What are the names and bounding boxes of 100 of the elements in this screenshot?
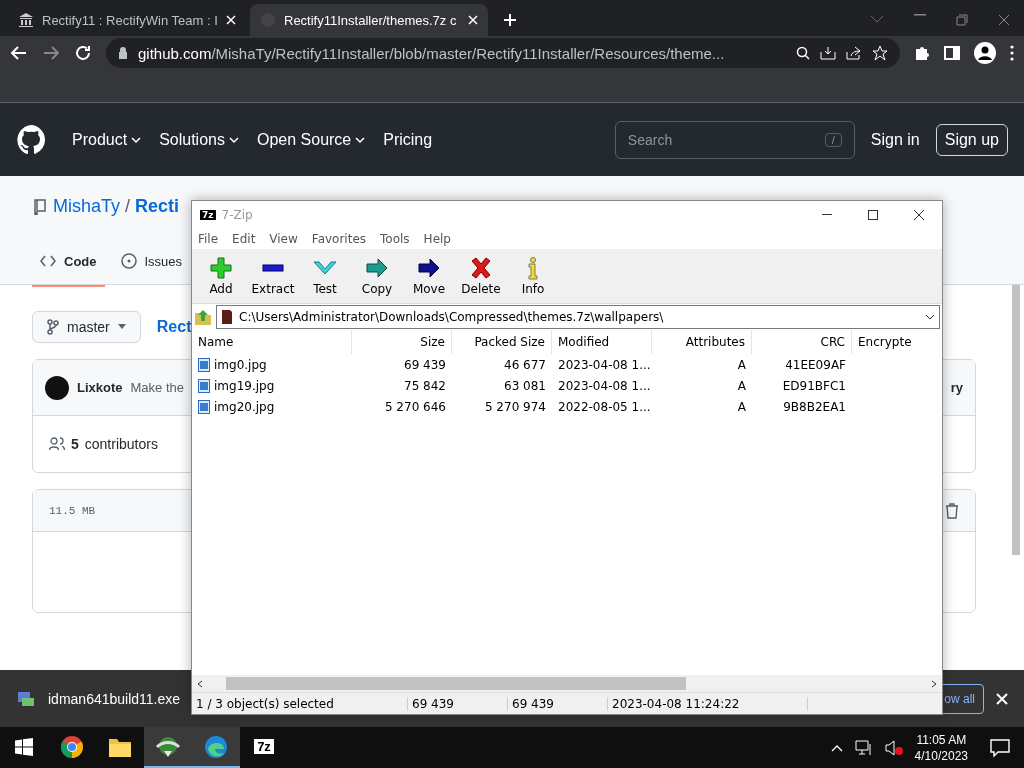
branch-button[interactable]: master bbox=[32, 311, 141, 343]
toolbar-button[interactable]: Info bbox=[510, 256, 556, 296]
branch-icon bbox=[47, 319, 59, 335]
commit-author[interactable]: Lixkote bbox=[77, 380, 123, 395]
browser-tab[interactable]: Rectify11 : RectifyWin Team : I bbox=[8, 4, 246, 36]
status-text: 69 439 bbox=[508, 696, 608, 711]
sevenzip-icon: 7z bbox=[200, 210, 216, 220]
puzzle-icon[interactable] bbox=[914, 45, 930, 61]
reload-icon[interactable] bbox=[74, 44, 92, 62]
menu-icon[interactable] bbox=[1010, 45, 1014, 61]
path-field[interactable]: C:\Users\Administrator\Downloads\Compressed\themes.7z\wallpapers\ bbox=[216, 305, 940, 329]
menu-item[interactable]: Favorites bbox=[311, 232, 367, 246]
menu-item[interactable]: Tools bbox=[380, 232, 410, 246]
nav-item[interactable]: Open Source bbox=[256, 130, 376, 149]
table-cell: img20.jpg bbox=[192, 399, 352, 414]
nav-item[interactable]: Solutions bbox=[159, 130, 249, 149]
octocat-icon[interactable] bbox=[16, 123, 48, 156]
arrow-right-icon bbox=[416, 256, 442, 280]
lock-icon bbox=[118, 47, 128, 59]
download-icon[interactable] bbox=[820, 46, 836, 60]
trash-icon[interactable] bbox=[945, 502, 959, 519]
building-icon bbox=[18, 12, 34, 28]
notification-icon[interactable] bbox=[990, 738, 1010, 757]
column-header[interactable]: CRC bbox=[752, 330, 852, 354]
table-cell-text: 69 439 bbox=[403, 357, 447, 372]
toolbar-button[interactable]: Copy bbox=[354, 256, 400, 296]
shortcut-key: / bbox=[824, 132, 842, 147]
chevron-down-icon[interactable] bbox=[870, 14, 884, 24]
download-filename[interactable]: idman641build11.exe bbox=[48, 690, 181, 707]
sign-up-button[interactable]: Sign up bbox=[935, 123, 1008, 156]
clock-time[interactable]: 11:05 AM bbox=[916, 732, 967, 747]
windows-start-icon[interactable] bbox=[15, 737, 33, 756]
plus-icon[interactable] bbox=[502, 12, 518, 28]
repo-icon bbox=[32, 198, 48, 215]
repo-tab[interactable]: Issues bbox=[112, 247, 191, 287]
scrollbar-thumb[interactable] bbox=[1012, 285, 1020, 555]
browser-tab[interactable]: Rectify11Installer/themes.7z c bbox=[250, 4, 488, 36]
table-cell-text: A bbox=[736, 378, 747, 393]
search-icon[interactable] bbox=[796, 46, 810, 60]
folder-up-icon[interactable] bbox=[194, 308, 212, 326]
table-cell-text: 75 842 bbox=[403, 378, 447, 393]
menu-item[interactable]: File bbox=[198, 232, 219, 246]
table-cell-text: 46 677 bbox=[503, 357, 547, 372]
repo-owner-link[interactable]: MishaTy bbox=[53, 196, 121, 217]
toolbar-button[interactable]: Test bbox=[302, 256, 348, 296]
menu-item[interactable]: Edit bbox=[232, 232, 256, 246]
toolbar-button[interactable]: Delete bbox=[458, 256, 504, 296]
table-cell-text: 2022-08-05 1... bbox=[557, 399, 652, 414]
chevron-up-icon[interactable] bbox=[830, 743, 843, 752]
column-header[interactable]: Size bbox=[352, 330, 452, 354]
back-icon[interactable] bbox=[10, 44, 28, 62]
table-cell-text: A bbox=[736, 399, 747, 414]
column-header[interactable]: Name bbox=[192, 330, 352, 354]
contributors-label[interactable]: contributors bbox=[84, 436, 158, 452]
column-header[interactable]: Encrypte bbox=[852, 330, 942, 354]
nav-item[interactable]: Product bbox=[72, 130, 152, 149]
nav-item[interactable]: Pricing bbox=[383, 130, 443, 149]
search-field[interactable]: Search / bbox=[614, 120, 855, 159]
volume-muted-icon[interactable] bbox=[884, 739, 903, 756]
address-bar[interactable]: github.com/MishaTy/Rectify11Installer/blob/master/Rectify11Installer/Resources/theme... bbox=[106, 38, 900, 68]
close-icon[interactable] bbox=[914, 210, 924, 220]
history-link[interactable]: ry bbox=[950, 380, 963, 395]
commit-message[interactable]: Make the bbox=[130, 380, 184, 395]
toolbar-button[interactable]: Move bbox=[406, 256, 452, 296]
scrollbar-thumb[interactable] bbox=[226, 677, 686, 690]
maximize-icon[interactable] bbox=[868, 210, 878, 220]
scroll-right-icon[interactable] bbox=[930, 679, 938, 688]
table-cell-text: 2023-04-08 1... bbox=[557, 378, 652, 393]
forward-icon[interactable] bbox=[42, 44, 60, 62]
table-cell-text: 63 081 bbox=[503, 378, 547, 393]
profile-icon[interactable] bbox=[974, 42, 996, 64]
edge-icon[interactable] bbox=[204, 734, 228, 759]
star-icon[interactable] bbox=[872, 45, 888, 61]
globe-icon[interactable] bbox=[155, 734, 181, 759]
sign-in-link[interactable]: Sign in bbox=[870, 130, 920, 149]
sidebar-icon[interactable] bbox=[944, 45, 960, 61]
chevron-down-icon bbox=[131, 134, 142, 145]
image-file-icon bbox=[198, 357, 210, 372]
scroll-left-icon[interactable] bbox=[196, 679, 204, 688]
clock-date[interactable]: 4/10/2023 bbox=[914, 748, 968, 763]
repo-name-link[interactable]: Recti bbox=[135, 196, 180, 217]
menu-item[interactable]: View bbox=[269, 232, 298, 246]
table-cell-text: A bbox=[736, 357, 747, 372]
restore-icon[interactable] bbox=[956, 14, 968, 26]
menu-item[interactable]: Help bbox=[423, 232, 451, 246]
image-file-icon bbox=[198, 378, 210, 393]
status-text: 1 / 3 object(s) selected bbox=[192, 696, 408, 711]
sevenzip-icon[interactable]: 7z bbox=[254, 739, 274, 754]
file-path-link[interactable]: Rect bbox=[156, 318, 192, 336]
column-header[interactable]: Packed Size bbox=[452, 330, 552, 354]
issue-icon bbox=[120, 253, 137, 269]
minimize-icon[interactable] bbox=[822, 214, 832, 216]
chrome-icon[interactable] bbox=[60, 734, 84, 759]
toolbar-button[interactable]: Extract bbox=[250, 256, 296, 296]
column-header[interactable]: Modified bbox=[552, 330, 652, 354]
network-icon[interactable] bbox=[854, 739, 873, 756]
share-icon[interactable] bbox=[846, 46, 862, 60]
repo-tab[interactable]: Code bbox=[32, 247, 105, 287]
toolbar-button[interactable]: Add bbox=[198, 256, 244, 296]
column-header[interactable]: Attributes bbox=[652, 330, 752, 354]
